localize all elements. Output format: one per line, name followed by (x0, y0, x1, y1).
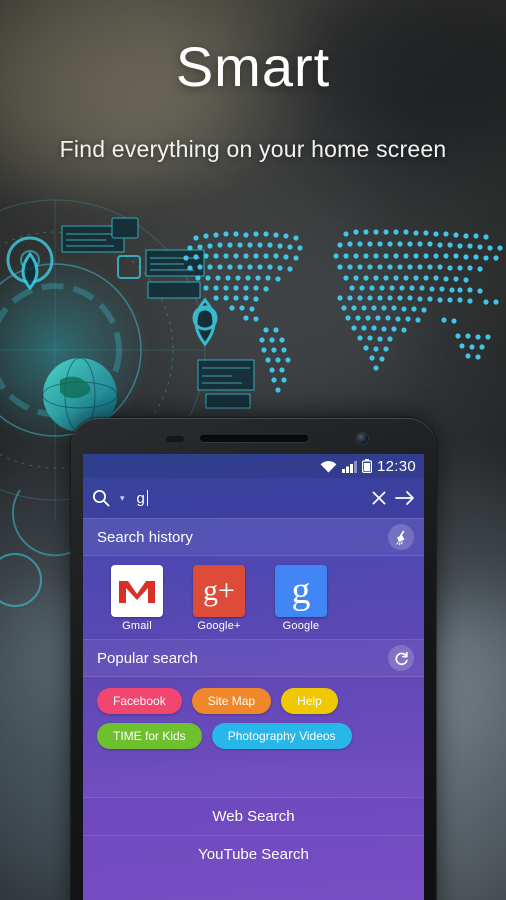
gmail-icon[interactable] (111, 565, 163, 617)
phone-speaker-grille (199, 435, 308, 442)
list-item-label: Gmail (122, 620, 152, 632)
refresh-icon[interactable] (388, 645, 414, 671)
text-caret (146, 490, 148, 506)
popular-search-header: Popular search (83, 639, 424, 677)
tag-site-map[interactable]: Site Map (191, 688, 272, 714)
phone-mockup: 12:30 ▾ g Search history Gmail g+ Google… (71, 418, 436, 900)
battery-icon (361, 459, 372, 473)
tag-time-for-kids[interactable]: TIME for Kids (97, 723, 202, 749)
popular-search-title: Popular search (97, 649, 198, 667)
phone-screen: 12:30 ▾ g Search history Gmail g+ Google… (83, 454, 424, 900)
list-item-label: Google (282, 620, 320, 632)
tag-help[interactable]: Help (281, 688, 338, 714)
phone-sensor (166, 436, 184, 442)
broom-icon[interactable] (388, 524, 414, 550)
web-search-row[interactable]: Web Search (83, 797, 424, 835)
close-icon[interactable] (371, 490, 387, 506)
phone-front-camera (357, 433, 368, 444)
chevron-down-icon[interactable]: ▾ (120, 493, 125, 504)
search-input[interactable]: g (137, 490, 363, 507)
popular-search-tags: Facebook Site Map Help TIME for Kids Pho… (83, 677, 424, 761)
search-query-text: g (136, 489, 145, 507)
promo-screenshot: Smart Find everything on your home scree… (0, 0, 506, 900)
list-item[interactable]: Gmail (105, 565, 169, 632)
search-bar[interactable]: ▾ g (83, 478, 424, 518)
status-bar: 12:30 (83, 454, 424, 478)
search-history-title: Search history (97, 528, 193, 546)
tag-facebook[interactable]: Facebook (97, 688, 182, 714)
list-item[interactable]: g Google (269, 565, 333, 632)
status-clock: 12:30 (376, 457, 416, 475)
signal-icon (341, 460, 357, 473)
google-icon[interactable]: g (275, 565, 327, 617)
page-title: Smart (175, 35, 331, 98)
youtube-search-row[interactable]: YouTube Search (83, 835, 424, 873)
arrow-right-icon[interactable] (395, 490, 415, 506)
tag-photography-videos[interactable]: Photography Videos (211, 723, 352, 749)
google-plus-icon[interactable]: g+ (193, 565, 245, 617)
search-history-header: Search history (83, 518, 424, 556)
list-item-label: Google+ (197, 620, 241, 632)
list-item[interactable]: g+ Google+ (187, 565, 251, 632)
search-history-list: Gmail g+ Google+ g Google (83, 556, 424, 639)
wifi-icon (320, 460, 337, 473)
search-icon[interactable] (92, 489, 110, 507)
page-subtitle: Find everything on your home screen (59, 136, 447, 162)
